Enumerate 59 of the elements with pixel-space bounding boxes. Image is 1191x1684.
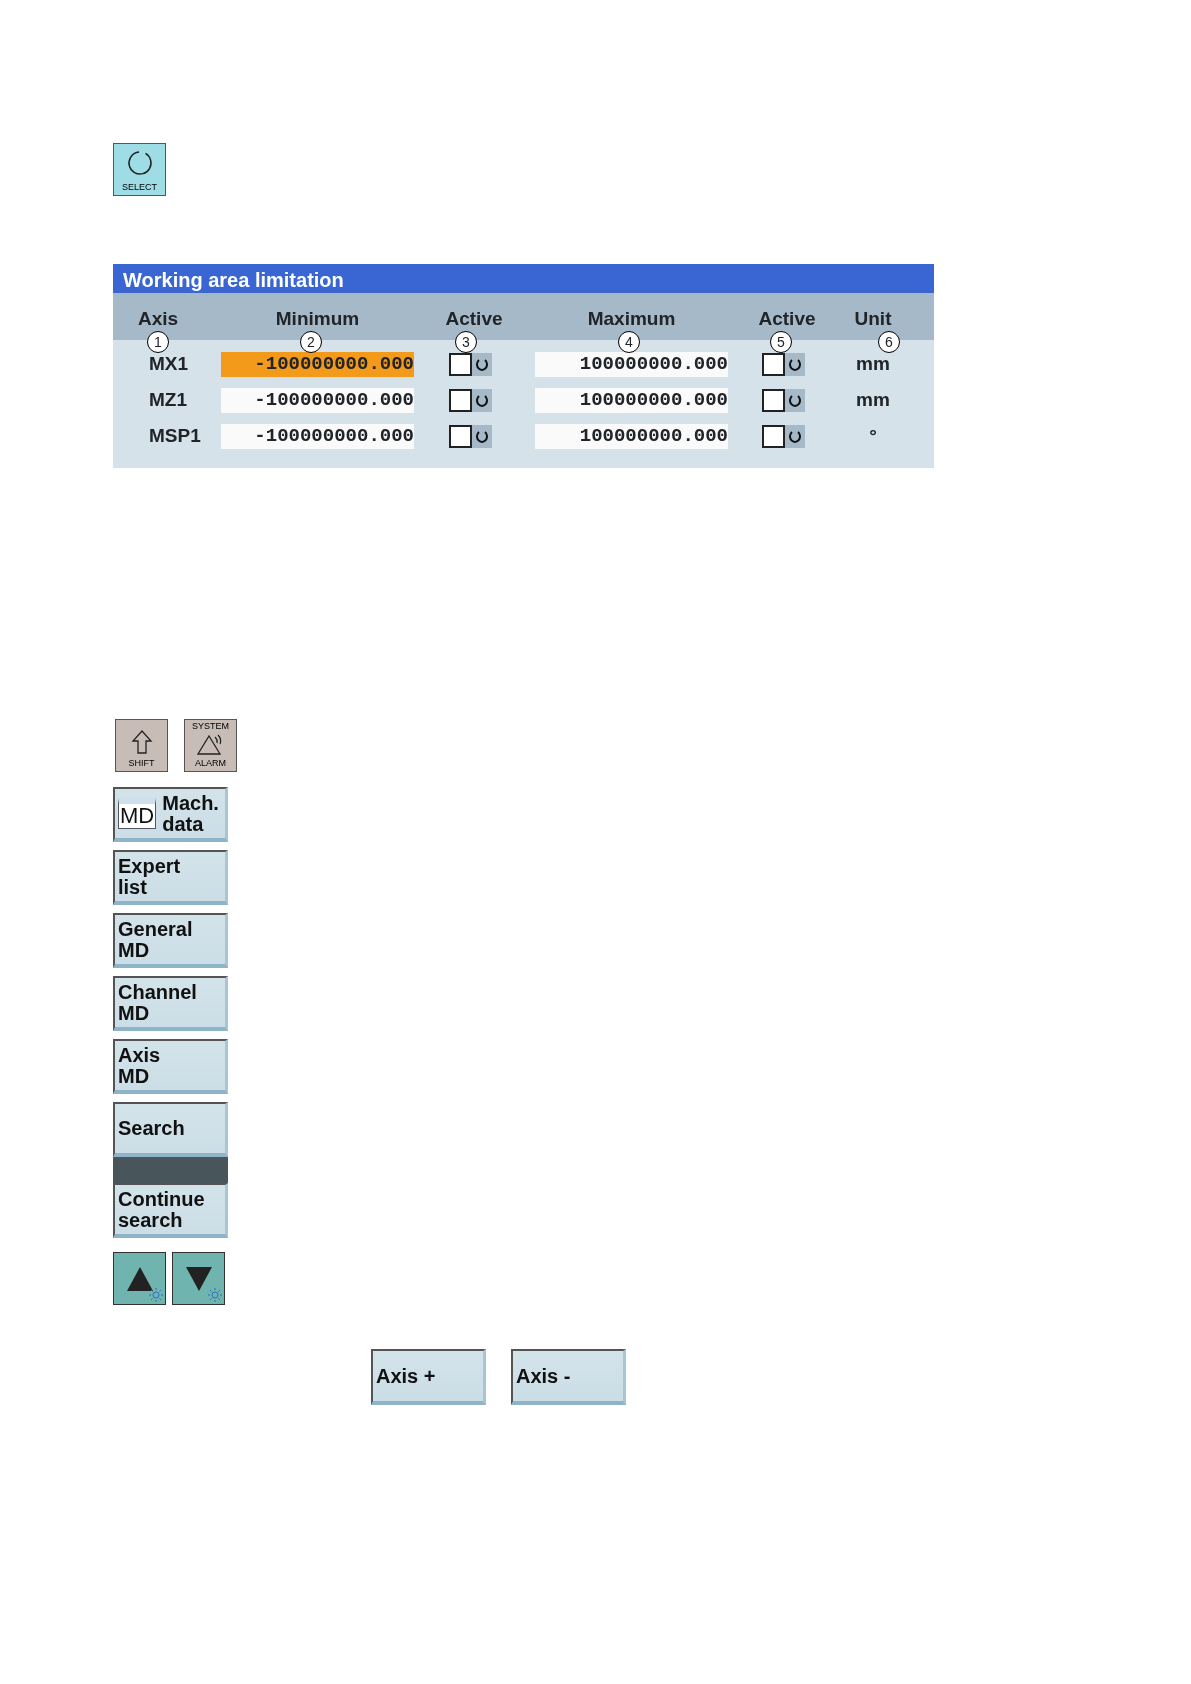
unit-label: ° bbox=[868, 423, 878, 448]
down-triangle-icon bbox=[184, 1264, 213, 1293]
axis-button[interactable]: Axis - bbox=[511, 1349, 626, 1405]
axis-name: MSP1 bbox=[148, 423, 202, 448]
undo-button[interactable] bbox=[472, 388, 492, 412]
checkbox[interactable] bbox=[449, 388, 472, 412]
undo-icon bbox=[789, 429, 801, 443]
softkey[interactable]: Search bbox=[113, 1102, 228, 1157]
softkey[interactable]: Expert list bbox=[113, 850, 228, 905]
down-key[interactable] bbox=[172, 1252, 225, 1305]
column-header: Unit bbox=[854, 308, 892, 330]
value-field[interactable]: 100000000.000 bbox=[535, 351, 728, 377]
value-field[interactable]: 100000000.000 bbox=[535, 387, 728, 413]
value-field[interactable]: -100000000.000 bbox=[221, 351, 414, 377]
undo-icon bbox=[476, 393, 488, 407]
undo-icon bbox=[476, 429, 488, 443]
column-header: Active bbox=[758, 308, 816, 330]
callout-number: 6 bbox=[878, 331, 900, 353]
callout-number: 2 bbox=[300, 331, 322, 353]
undo-button[interactable] bbox=[785, 352, 805, 376]
undo-button[interactable] bbox=[472, 352, 492, 376]
softkey[interactable]: Axis MD bbox=[113, 1039, 228, 1094]
undo-icon bbox=[789, 357, 801, 371]
softkey[interactable]: General MD bbox=[113, 913, 228, 968]
sun-icon bbox=[149, 1288, 163, 1302]
unit-label: mm bbox=[855, 387, 891, 412]
undo-button[interactable] bbox=[472, 424, 492, 448]
up-arrow-icon bbox=[130, 729, 153, 755]
undo-button[interactable] bbox=[785, 388, 805, 412]
callout-number: 4 bbox=[618, 331, 640, 353]
undo-icon bbox=[789, 393, 801, 407]
undo-icon bbox=[476, 357, 488, 371]
axis-name: MZ1 bbox=[148, 387, 188, 412]
checkbox[interactable] bbox=[449, 352, 472, 376]
value-field[interactable]: -100000000.000 bbox=[221, 387, 414, 413]
checkbox[interactable] bbox=[762, 424, 785, 448]
unit-label: mm bbox=[855, 351, 891, 376]
value-field[interactable]: -100000000.000 bbox=[221, 423, 414, 449]
softkey[interactable]: Continue search bbox=[113, 1183, 228, 1238]
axis-button[interactable]: Axis + bbox=[371, 1349, 486, 1405]
up-key[interactable] bbox=[113, 1252, 166, 1305]
column-header: Minimum bbox=[275, 308, 360, 330]
ring-icon bbox=[125, 149, 154, 177]
checkbox[interactable] bbox=[762, 388, 785, 412]
undo-button[interactable] bbox=[785, 424, 805, 448]
select-key[interactable]: SELECT bbox=[113, 143, 166, 196]
alarm-key[interactable]: SYSTEM ALARM bbox=[184, 719, 237, 772]
panel-title: Working area limitation bbox=[113, 264, 934, 293]
shift-key[interactable]: SHIFT bbox=[115, 719, 168, 772]
axis-name: MX1 bbox=[148, 351, 190, 376]
value-field[interactable]: 100000000.000 bbox=[535, 423, 728, 449]
checkbox[interactable] bbox=[762, 352, 785, 376]
checkbox[interactable] bbox=[449, 424, 472, 448]
softkey[interactable]: Channel MD bbox=[113, 976, 228, 1031]
column-header: Axis bbox=[138, 308, 179, 330]
md-icon: MD bbox=[118, 798, 157, 829]
column-header: Active bbox=[445, 308, 503, 330]
column-header: Maximum bbox=[587, 308, 676, 330]
sun-icon bbox=[208, 1288, 222, 1302]
